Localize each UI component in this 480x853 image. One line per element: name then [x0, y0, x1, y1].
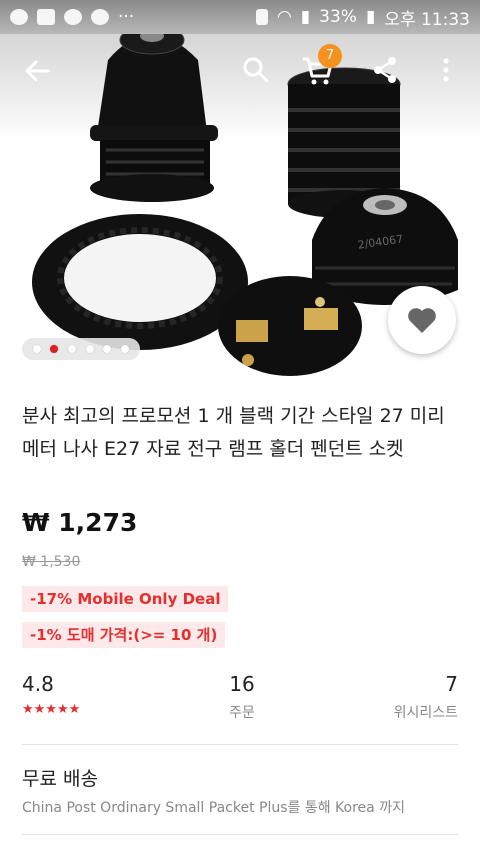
orders-count: 16	[229, 672, 255, 696]
orders-label: 주문	[229, 705, 255, 721]
status-system: ◠ ▮ 33% ▮ 오후 11:33	[255, 5, 470, 30]
product-title: 분사 최고의 프로모션 1 개 블랙 기간 스타일 27 미리메터 나사 E27…	[22, 405, 445, 460]
battery-icon: ▮	[365, 7, 376, 27]
wishlist-button[interactable]	[388, 286, 456, 354]
status-notifications: ···	[10, 7, 134, 27]
heart-icon	[408, 308, 436, 333]
back-arrow-icon[interactable]	[20, 54, 54, 88]
pager-dot[interactable]	[121, 345, 130, 353]
pager-dot[interactable]	[32, 345, 41, 353]
divider	[22, 744, 458, 745]
divider	[22, 834, 458, 835]
pager-dot[interactable]	[85, 345, 94, 353]
product-price: ₩ 1,273	[22, 508, 138, 537]
sim-icon	[255, 9, 268, 25]
orders-block: 16 주문	[222, 672, 262, 722]
original-price: ₩ 1,530	[22, 554, 81, 570]
search-icon[interactable]	[240, 54, 272, 86]
lock-ring	[32, 214, 248, 350]
app-notification-icon	[10, 9, 28, 25]
wishlist-label: 위시리스트	[393, 705, 458, 721]
rating-block[interactable]: 4.8 ★★★★★	[22, 672, 80, 717]
rating-value: 4.8	[22, 672, 54, 696]
signal-icon: ▮	[300, 7, 311, 27]
wishlist-count: 7	[445, 672, 458, 696]
pager-dot-active[interactable]	[50, 345, 59, 353]
socket-base	[218, 276, 362, 376]
more-notifications-icon: ···	[118, 7, 135, 27]
shipping-description: China Post Ordinary Small Packet Plus를 통…	[22, 800, 405, 816]
chat-notification-icon	[64, 9, 82, 25]
cart-count-badge: 7	[318, 44, 342, 68]
wishlist-block: 7 위시리스트	[394, 672, 458, 722]
battery-level: 33%	[319, 7, 357, 27]
gallery-pager[interactable]	[22, 338, 140, 360]
shipping-title[interactable]: 무료 배송	[22, 764, 98, 791]
gallery-notification-icon	[37, 9, 55, 25]
status-bar: ··· ◠ ▮ 33% ▮ 오후 11:33	[0, 0, 480, 34]
status-time: 오후 11:33	[384, 9, 470, 30]
pager-dot[interactable]	[68, 345, 77, 353]
wifi-icon: ◠	[276, 7, 292, 27]
mobile-deal-tag: -17% Mobile Only Deal	[22, 586, 229, 612]
rating-stars: ★★★★★	[22, 702, 81, 717]
more-vert-icon[interactable]	[436, 54, 456, 86]
app-bar	[0, 34, 480, 104]
pager-dot[interactable]	[103, 345, 112, 353]
product-stats: 4.8 ★★★★★ 16 주문 7 위시리스트	[22, 672, 458, 732]
share-icon[interactable]	[370, 54, 400, 86]
wholesale-price-tag[interactable]: -1% 도매 가격:(>= 10 개)	[22, 622, 226, 648]
app-logo-notification-icon	[91, 9, 109, 25]
